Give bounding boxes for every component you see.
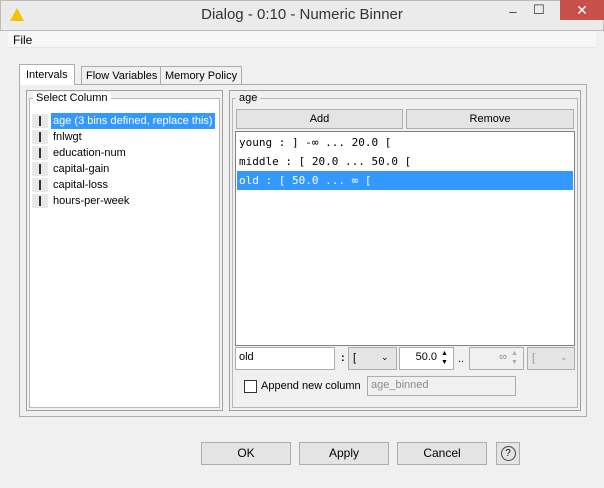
- interval-middle[interactable]: middle : [ 20.0 ... 50.0 [: [237, 152, 573, 171]
- spinner-arrows-icon[interactable]: ▲ ▼: [441, 349, 448, 367]
- bins-legend: age: [236, 92, 261, 104]
- numeric-column-icon: [32, 114, 48, 128]
- numeric-column-icon: [32, 162, 48, 176]
- chevron-down-icon: ⌄: [560, 352, 568, 362]
- select-column-panel: age (3 bins defined, replace this) fnlwg…: [26, 90, 223, 411]
- numeric-column-icon: [32, 146, 48, 160]
- tab-flow-variables[interactable]: Flow Variables: [81, 66, 163, 85]
- apply-button[interactable]: Apply: [299, 442, 389, 465]
- add-button[interactable]: Add: [236, 109, 403, 129]
- ok-button[interactable]: OK: [201, 442, 291, 465]
- colon-label: :: [341, 352, 345, 364]
- close-button[interactable]: ✕: [560, 0, 604, 20]
- help-button[interactable]: ?: [496, 442, 520, 465]
- left-bracket-value: [: [353, 352, 357, 364]
- column-list[interactable]: age (3 bins defined, replace this) fnlwg…: [29, 98, 220, 408]
- select-column-legend: Select Column: [33, 92, 111, 104]
- numeric-column-icon: [32, 194, 48, 208]
- numeric-column-icon: [32, 130, 48, 144]
- interval-young[interactable]: young : ] -∞ ... 20.0 [: [237, 133, 573, 152]
- menu-file[interactable]: File: [13, 33, 32, 47]
- menu-bar: File: [8, 31, 596, 48]
- minimize-button[interactable]: –: [500, 4, 526, 24]
- left-bracket-combo[interactable]: [ ⌄: [348, 347, 397, 370]
- tab-memory-policy[interactable]: Memory Policy: [160, 66, 243, 85]
- maximize-button[interactable]: ☐: [526, 2, 552, 22]
- range-dots: ..: [458, 353, 465, 365]
- cancel-button[interactable]: Cancel: [397, 442, 487, 465]
- right-bracket-value: [: [532, 352, 536, 364]
- new-column-name-input: age_binned: [367, 376, 516, 396]
- tab-panel: age (3 bins defined, replace this) fnlwg…: [19, 84, 587, 417]
- spinner-arrows-icon: ▲ ▼: [511, 350, 518, 366]
- numeric-column-icon: [32, 178, 48, 192]
- bin-name-input[interactable]: old: [235, 347, 335, 370]
- append-column-checkbox[interactable]: [244, 380, 257, 393]
- tab-intervals[interactable]: Intervals: [19, 64, 75, 85]
- interval-list[interactable]: young : ] -∞ ... 20.0 [ middle : [ 20.0 …: [235, 131, 575, 346]
- bins-panel: age Add Remove young : ] -∞ ... 20.0 [ m…: [229, 90, 581, 411]
- interval-old[interactable]: old : [ 50.0 ... ∞ [: [237, 171, 573, 190]
- remove-button[interactable]: Remove: [406, 109, 574, 129]
- chevron-down-icon: ⌄: [381, 352, 389, 362]
- append-column-label: Append new column: [261, 380, 361, 392]
- right-bracket-combo: [ ⌄: [527, 347, 575, 370]
- help-icon: ?: [500, 446, 516, 461]
